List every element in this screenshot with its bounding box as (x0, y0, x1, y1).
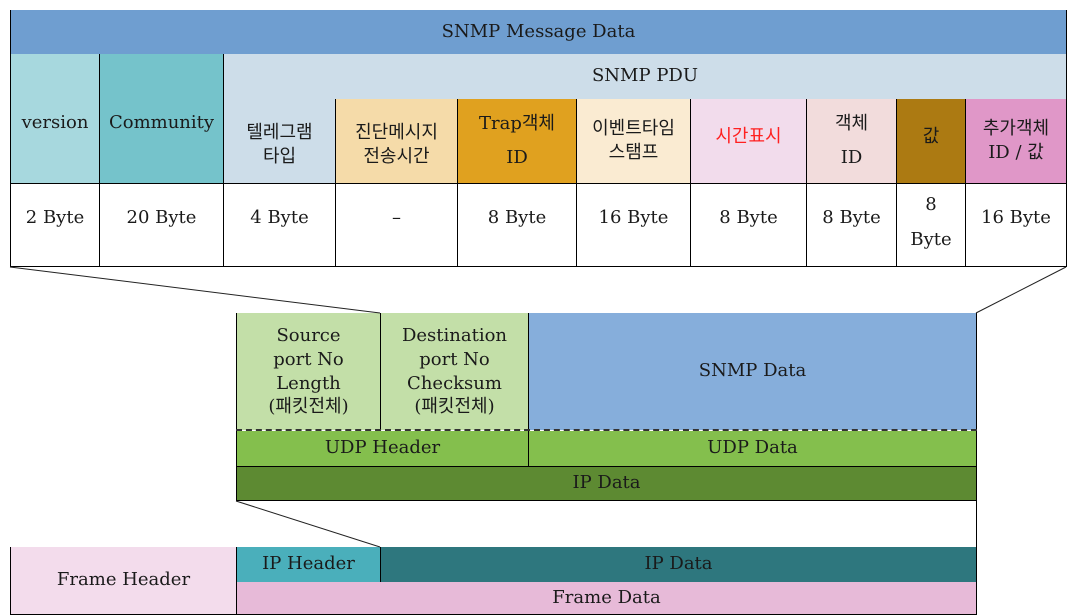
snmp-pdu-title: SNMP PDU (223, 54, 1067, 99)
size-object-id: 8 Byte (806, 183, 896, 267)
size-event-timestamp: 16 Byte (576, 183, 690, 267)
field-event-timestamp-header: 이벤트타임 스탬프 (576, 99, 690, 183)
field-trap-object-id-header: Trap객체 ID (457, 99, 576, 183)
udp-right-edge-extension (236, 500, 977, 548)
field-telegram-type-header: 텔레그램 타입 (223, 99, 335, 183)
ip-data-block-frame: IP Data (380, 547, 977, 582)
field-diag-send-time-header: 진단메시지 전송시간 (335, 99, 457, 183)
udp-source-port-length: Source port No Length (패킷전체) (236, 313, 380, 430)
field-extra-object-header: 추가객체 ID / 값 (965, 99, 1067, 183)
size-version: 2 Byte (10, 183, 99, 267)
udp-destination-port-checksum: Destination port No Checksum (패킷전체) (380, 313, 528, 430)
field-object-id-header: 객체 ID (806, 99, 896, 183)
frame-data-block: Frame Data (236, 582, 977, 615)
size-telegram-type: 4 Byte (223, 183, 335, 267)
frame-header-block: Frame Header (10, 547, 236, 615)
connector-snmp-right (975, 266, 1067, 314)
snmp-message-title: SNMP Message Data (10, 10, 1067, 54)
udp-data-block: UDP Data (528, 431, 977, 466)
ip-header-block: IP Header (236, 547, 380, 582)
ip-data-block-udp: IP Data (236, 466, 977, 501)
size-community: 20 Byte (99, 183, 223, 267)
field-version-header: version (10, 54, 99, 183)
size-extra-object: 16 Byte (965, 183, 1067, 267)
udp-header-block: UDP Header (236, 431, 528, 466)
size-trap-object-id: 8 Byte (457, 183, 576, 267)
size-diag-send-time: – (335, 183, 457, 267)
size-value: 8 Byte (896, 183, 965, 267)
connector-snmp-left (9, 266, 381, 314)
field-value-header: 값 (896, 99, 965, 183)
field-community-header: Community (99, 54, 223, 183)
field-time-display-header: 시간표시 (690, 99, 806, 183)
snmp-data-block: SNMP Data (528, 313, 977, 430)
size-time-display: 8 Byte (690, 183, 806, 267)
